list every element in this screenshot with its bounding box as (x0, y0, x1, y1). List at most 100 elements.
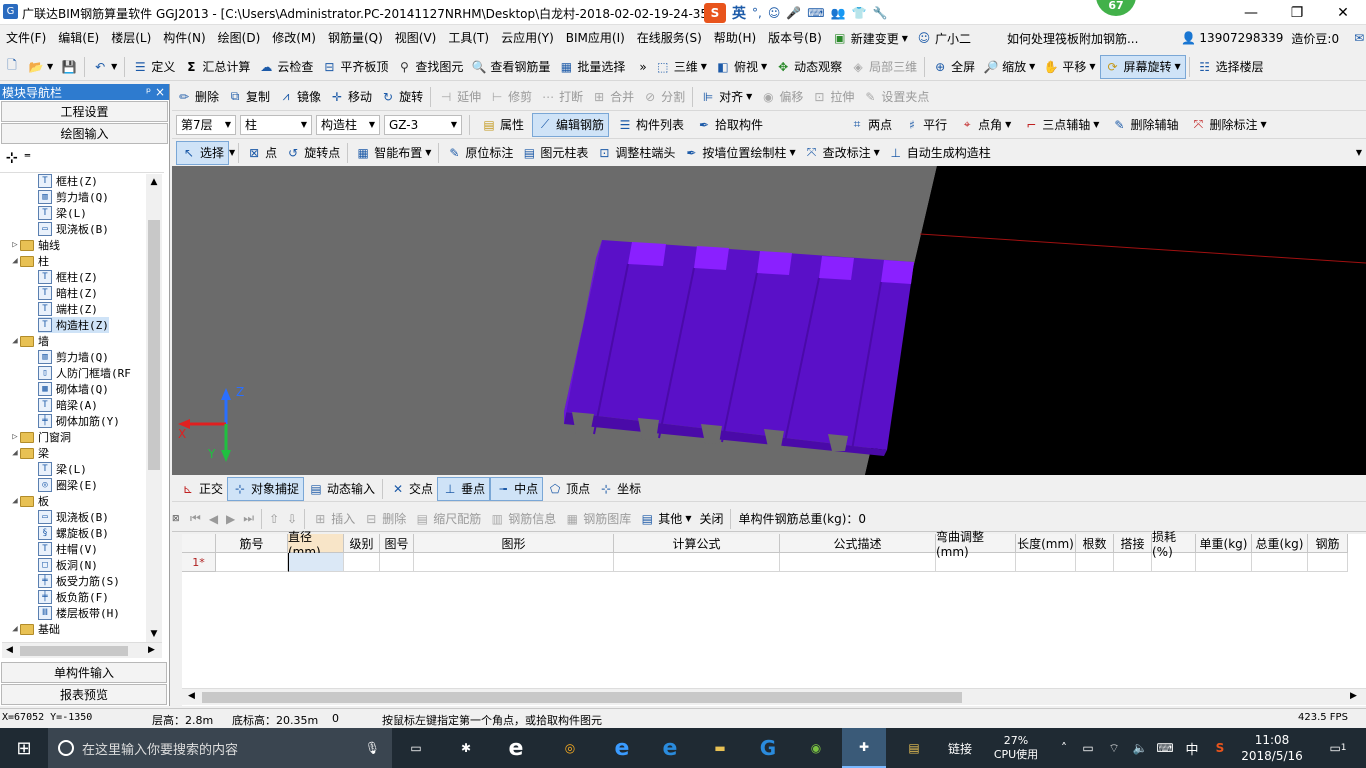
edge-icon[interactable]: e (600, 728, 644, 768)
tree-item[interactable]: § 螺旋板(B) (38, 525, 109, 541)
row-header-1[interactable]: 1* (182, 553, 216, 572)
batch-select-button[interactable]: ▦ 批量选择 (554, 55, 629, 79)
task-view-icon[interactable]: ▭ (396, 728, 436, 768)
scale-rebar-button[interactable]: ▤ 缩尺配筋 (410, 507, 485, 531)
tree-item[interactable]: ▥ 剪力墙(Q) (38, 189, 109, 205)
menu-item[interactable]: 版本号(B) (762, 26, 828, 50)
collapse-icon[interactable]: ◢ (10, 448, 20, 458)
dropdown-icon[interactable]: ▼ (229, 148, 235, 157)
collapse-all-icon[interactable]: ⁼ (24, 150, 31, 166)
tree-item[interactable]: ▦ 砌体墙(Q) (38, 381, 109, 397)
menu-item[interactable]: 钢筋量(Q) (322, 26, 389, 50)
close-button[interactable]: ✕ (1320, 0, 1366, 25)
tray-link[interactable]: 链接 (940, 728, 980, 768)
tree-item[interactable]: T 端柱(Z) (38, 301, 98, 317)
midpoint-button[interactable]: ╼ 中点 (490, 476, 544, 501)
select-button[interactable]: ↖ 选择 (176, 140, 230, 165)
scroll-down-icon[interactable]: ▼ (146, 626, 162, 642)
auto-gen-button[interactable]: ⊥ 自动生成构造柱 (884, 141, 995, 165)
grid-cell[interactable] (344, 553, 380, 572)
undo-button[interactable]: ↶ ▼ (88, 55, 121, 79)
report-preview-button[interactable]: 报表预览 (1, 684, 167, 705)
rebar-library-button[interactable]: ▦ 钢筋图库 (560, 507, 635, 531)
copy-button[interactable]: ⧉ 复制 (223, 85, 274, 109)
sogou-icon[interactable]: S (704, 3, 726, 23)
tree-item[interactable]: T 暗柱(Z) (38, 285, 98, 301)
save-button[interactable]: 💾 (57, 55, 81, 79)
grid-cell[interactable] (1114, 553, 1152, 572)
account-button[interactable]: 👤 13907298339 (1176, 26, 1287, 50)
tree-item[interactable]: ◢ 梁 (10, 445, 49, 461)
rebar-info-button[interactable]: ▥ 钢筋信息 (485, 507, 560, 531)
notes-app-icon[interactable]: ▤ (892, 728, 936, 768)
clock[interactable]: 11:08 2018/5/16 (1234, 728, 1310, 768)
tree-item[interactable]: ╪ 板受力筋(S) (38, 573, 120, 589)
grid-cell[interactable] (1308, 553, 1348, 572)
menu-item[interactable]: 绘图(D) (212, 26, 267, 50)
point-button[interactable]: ⊠ 点 (242, 141, 281, 165)
viewport-canvas[interactable]: Z X Y (172, 166, 1366, 475)
tree-item[interactable]: ◢ 墙 (10, 333, 49, 349)
set-grip-button[interactable]: ✎ 设置夹点 (858, 85, 933, 109)
menu-item[interactable]: 帮助(H) (708, 26, 762, 50)
grid-cell[interactable] (380, 553, 414, 572)
rebar-grid[interactable]: 筋号 直径(mm) 级别 图号 图形 计算公式 公式描述 弯曲调整(mm) 长度(mm) 根数 搭接… (182, 530, 1366, 706)
tree-item[interactable]: ▯ 人防门框墙(RF (38, 365, 131, 381)
tree-item[interactable]: ◢ 柱 (10, 253, 49, 269)
menu-item[interactable]: 视图(V) (389, 26, 443, 50)
prev-row-icon[interactable]: ◀ (205, 507, 222, 531)
tree-item[interactable]: ╪ 板负筋(F) (38, 589, 109, 605)
cost-beans[interactable]: 造价豆:0 (1287, 26, 1343, 50)
point-angle-button[interactable]: ⌖ 点角 ▼ (955, 113, 1015, 137)
grid-cell[interactable] (1196, 553, 1252, 572)
tree-vscrollbar[interactable]: ▲ ▼ (146, 174, 162, 642)
column-header[interactable]: 弯曲调整(mm) (936, 530, 1016, 559)
collapse-icon[interactable]: ◢ (10, 624, 20, 634)
emoji-icon[interactable]: ☺ (768, 6, 781, 20)
network-icon[interactable]: ⌔ (1102, 728, 1126, 768)
assistant-button[interactable]: ☺ 广小二 (912, 26, 975, 50)
user-icon[interactable]: 👥 (831, 6, 846, 20)
column-header[interactable]: 筋号 (216, 534, 288, 553)
move-button[interactable]: ✛ 移动 (325, 85, 376, 109)
pinwheel-app-icon[interactable]: ✱ (444, 728, 488, 768)
column-table-button[interactable]: ▤ 图元柱表 (517, 141, 592, 165)
view-rebar-button[interactable]: 🔍 查看钢筋量 (467, 55, 554, 79)
edit-rebar-button[interactable]: ⟋ 编辑钢筋 (532, 112, 610, 137)
scroll-right-icon[interactable]: ▶ (148, 645, 155, 655)
zoom-button[interactable]: 🔎 缩放 ▼ (979, 55, 1039, 79)
vertex-button[interactable]: ⬠ 顶点 (543, 477, 594, 501)
origin-dim-button[interactable]: ✎ 原位标注 (442, 141, 517, 165)
next-row-icon[interactable]: ▶ (222, 507, 239, 531)
merge-button[interactable]: ⊞ 合并 (587, 85, 638, 109)
menu-item[interactable]: 修改(M) (266, 26, 322, 50)
split-button[interactable]: ⊘ 分割 (638, 85, 689, 109)
delete-dim-button[interactable]: ⤧ 删除标注 ▼ (1186, 113, 1270, 137)
grid-scroll-left-icon[interactable]: ◀ (188, 691, 195, 701)
property-button[interactable]: ▤ 属性 (477, 113, 528, 137)
column-header[interactable]: 级别 (344, 534, 380, 553)
tool-icons[interactable]: ✉◎ (1347, 26, 1366, 50)
single-input-button[interactable]: 单构件输入 (1, 662, 167, 683)
fullscreen-button[interactable]: ⊕ 全屏 (928, 55, 979, 79)
skin-icon[interactable]: 👕 (852, 6, 867, 20)
menu-item[interactable]: 云应用(Y) (495, 26, 560, 50)
trim-button[interactable]: ⊢ 修剪 (485, 85, 536, 109)
three-point-axis-button[interactable]: ⌐ 三点辅轴 ▼ (1019, 113, 1103, 137)
tree-item[interactable]: T 柱帽(V) (38, 541, 98, 557)
smart-layout-button[interactable]: ▦ 智能布置 ▼ (351, 141, 435, 165)
tree-item[interactable]: ▭ 现浇板(B) (38, 221, 109, 237)
extend-button[interactable]: ⊣ 延伸 (434, 85, 485, 109)
ortho-button[interactable]: ⊾ 正交 (176, 477, 227, 501)
tree-item[interactable]: ▷ 门窗洞 (10, 429, 71, 445)
adjust-end-button[interactable]: ⊡ 调整柱端头 (592, 141, 679, 165)
hscroll-thumb[interactable] (20, 646, 128, 656)
intersection-button[interactable]: ✕ 交点 (386, 477, 437, 501)
move-up-icon[interactable]: ⇧ (265, 507, 283, 531)
collapse-icon[interactable]: ◢ (10, 256, 20, 266)
menu-item[interactable]: BIM应用(I) (560, 26, 631, 50)
pan-button[interactable]: ✋ 平移 ▼ (1039, 55, 1099, 79)
three-d-button[interactable]: ⬚ 三维 ▼ (651, 55, 711, 79)
column-header[interactable]: 钢筋 (1308, 534, 1348, 553)
perpendicular-button[interactable]: ⊥ 垂点 (437, 476, 491, 501)
